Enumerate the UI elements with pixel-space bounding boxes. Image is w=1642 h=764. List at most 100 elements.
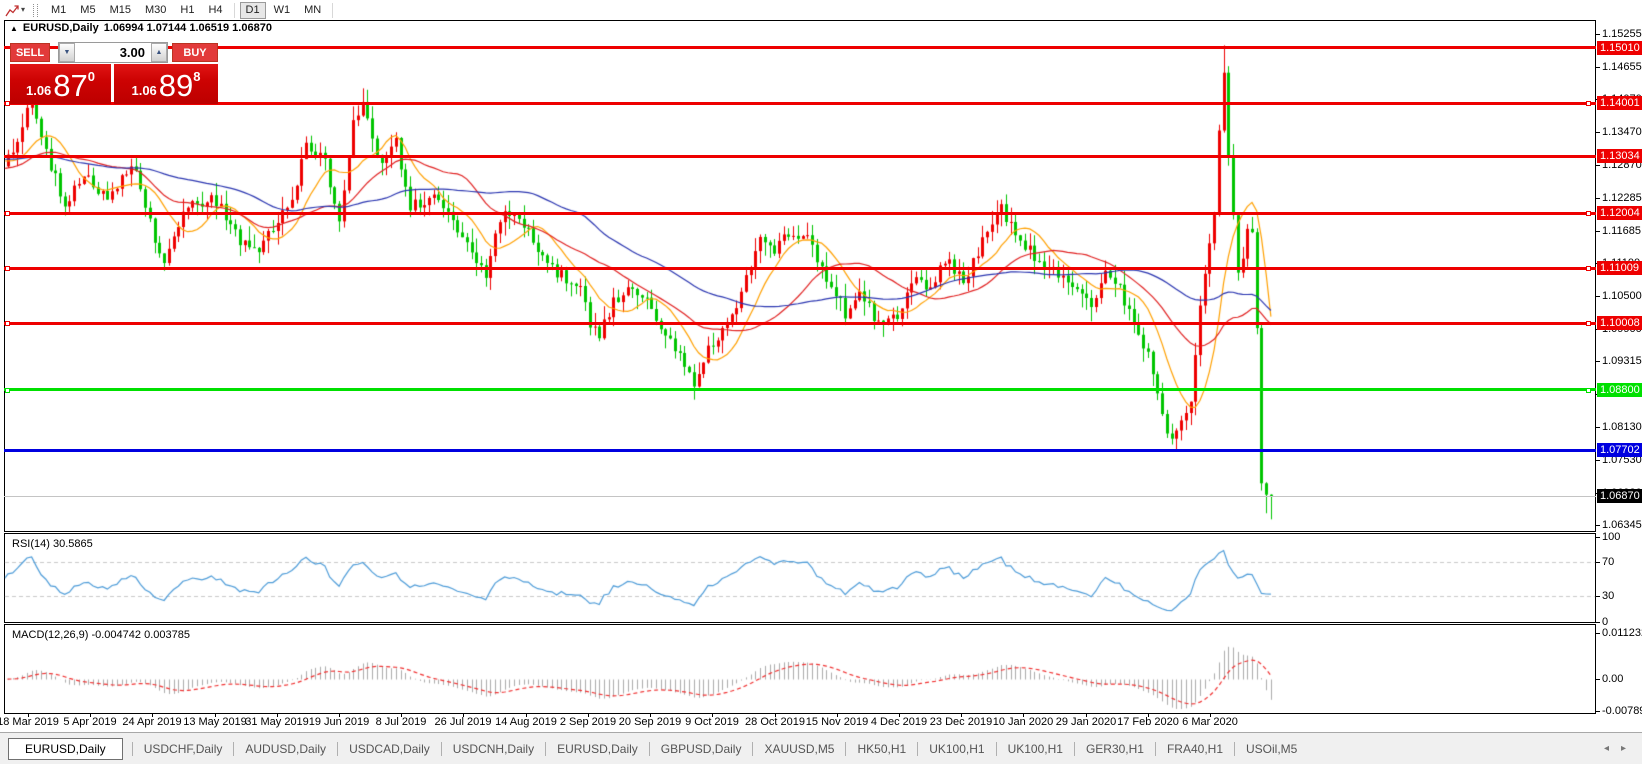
chart-tab-uk100-h1[interactable]: UK100,H1 [1002,739,1069,759]
chart-symbol-title: EURUSD,Daily [23,22,99,34]
price-line-badge-1.14001: 1.14001 [1597,96,1642,110]
price-tick-1.15255-tick [1596,34,1600,35]
date-label: 19 Jun 2019 [309,716,370,728]
buy-price-tile[interactable]: 1.06 89 8 [114,64,218,104]
price-tick-1.13470-tick [1596,132,1600,133]
date-label: 17 Feb 2020 [1117,716,1179,728]
timeframe-button-m15[interactable]: M15 [104,2,137,19]
timeframe-button-m5[interactable]: M5 [74,2,101,19]
chart-tab-audusd-daily[interactable]: AUDUSD,Daily [239,739,332,759]
buy-price-big: 89 [159,68,193,104]
volume-spinner: ▼ ▲ [58,42,168,63]
horizontal-line-1.15010[interactable] [4,46,1596,49]
price-line-badge-1.10008: 1.10008 [1597,316,1642,330]
chart-tab-gbpusd-daily[interactable]: GBPUSD,Daily [655,739,748,759]
horizontal-line-1.11009[interactable] [4,267,1596,270]
price-tick-1.12870-tick [1596,165,1600,166]
volume-increase-button[interactable]: ▲ [151,43,167,62]
timeframe-button-d1[interactable]: D1 [240,2,266,19]
macd-tick-0.00-tick [1596,679,1600,680]
volume-decrease-button[interactable]: ▼ [59,43,75,62]
chart-tab-eurusd-daily[interactable]: EURUSD,Daily [551,739,644,759]
price-tick-1.08130-tick [1596,427,1600,428]
price-tick-1.11685: 1.11685 [1602,226,1641,237]
horizontal-line-1.12004[interactable] [4,212,1596,215]
price-tick-1.14655: 1.14655 [1602,62,1642,73]
chart-tab-fra40-h1[interactable]: FRA40,H1 [1161,739,1229,759]
rsi-tick-100-tick [1596,537,1600,538]
horizontal-line-1.14001[interactable] [4,102,1596,105]
sell-price-prefix: 1.06 [26,83,51,98]
price-tick-1.10500-tick [1596,296,1600,297]
chart-tab-usdcad-daily[interactable]: USDCAD,Daily [343,739,436,759]
trade-panel-collapse-icon[interactable]: ▲ [10,24,18,33]
line-handle-right-1.14001[interactable] [1586,101,1591,106]
price-line-badge-1.15010: 1.15010 [1597,41,1642,55]
timeframe-button-h1[interactable]: H1 [174,2,200,19]
chart-tab-uk100-h1[interactable]: UK100,H1 [923,739,990,759]
tab-scroll-left-icon[interactable]: ◂ [1604,743,1609,754]
price-tick-1.14655-tick [1596,67,1600,68]
line-handle-right-1.08800[interactable] [1586,388,1591,393]
price-tick-1.08130: 1.08130 [1602,422,1642,433]
line-handle-left-1.08800[interactable] [5,388,10,393]
tab-divider [545,742,546,756]
horizontal-line-1.08800[interactable] [4,388,1596,391]
chart-tabs: EURUSD,Daily USDCHF,Daily AUDUSD,Daily USDC… [0,738,1303,760]
tab-divider [1074,742,1075,756]
horizontal-line-1.10008[interactable] [4,322,1596,325]
line-handle-left-1.11009[interactable] [5,266,10,271]
chart-cursor-tool[interactable]: ▾ [3,4,27,17]
toolbar-grip[interactable] [33,4,38,17]
date-label: 5 Apr 2019 [63,716,116,728]
timeframe-button-m30[interactable]: M30 [139,2,172,19]
current-price-badge: 1.06870 [1597,489,1642,503]
date-label: 15 Nov 2019 [806,716,868,728]
tab-divider [1234,742,1235,756]
date-label: 24 Apr 2019 [122,716,181,728]
rsi-tick-70: 70 [1602,557,1614,568]
chart-title-bar: ▲ EURUSD,Daily 1.06994 1.07144 1.06519 1… [10,22,272,34]
chart-tab-ger30-h1[interactable]: GER30,H1 [1080,739,1150,759]
date-label: 9 Oct 2019 [685,716,739,728]
chart-tab-usoil-m5[interactable]: USOil,M5 [1240,739,1303,759]
rsi-label: RSI(14) 30.5865 [12,538,93,550]
sell-price-big: 87 [53,68,87,104]
date-label: 26 Jul 2019 [435,716,492,728]
sell-price-tile[interactable]: 1.06 87 0 [10,64,111,104]
timeframe-button-w1[interactable]: W1 [268,2,297,19]
volume-input[interactable] [75,43,151,62]
line-handle-right-1.10008[interactable] [1586,321,1591,326]
timeframe-button-h4[interactable]: H4 [202,2,228,19]
price-tick-1.07530-tick [1596,460,1600,461]
chart-tab-hk50-h1[interactable]: HK50,H1 [851,739,912,759]
date-label: 4 Dec 2019 [871,716,927,728]
tab-divider [233,742,234,756]
line-handle-right-1.12004[interactable] [1586,211,1591,216]
chart-tab-xauusd-m5[interactable]: XAUUSD,M5 [758,739,840,759]
macd-tick-0.011232-tick [1596,633,1600,634]
line-handle-right-1.11009[interactable] [1586,266,1591,271]
chart-canvas[interactable] [0,0,1642,764]
sell-button[interactable]: SELL [10,43,50,62]
line-handle-left-1.12004[interactable] [5,211,10,216]
chart-tab-usdcnh-daily[interactable]: USDCNH,Daily [447,739,540,759]
sell-price-sup: 0 [88,69,95,84]
date-label: 2 Sep 2019 [560,716,616,728]
chart-tab-usdchf-daily[interactable]: USDCHF,Daily [138,739,229,759]
tab-scroll-right-icon[interactable]: ▸ [1621,743,1626,754]
horizontal-line-1.13034[interactable] [4,155,1596,158]
price-tick-1.15255: 1.15255 [1602,29,1642,40]
line-handle-left-1.10008[interactable] [5,321,10,326]
date-label: 13 May 2019 [183,716,247,728]
price-tick-1.11685-tick [1596,231,1600,232]
rsi-tick-0-tick [1596,622,1600,623]
chart-tab-eurusd-daily[interactable]: EURUSD,Daily [8,738,123,760]
horizontal-line-1.07702[interactable] [4,449,1596,452]
timeframe-button-mn[interactable]: MN [298,2,327,19]
timeframe-button-m1[interactable]: M1 [45,2,72,19]
tab-divider [752,742,753,756]
tab-divider [1155,742,1156,756]
timeframe-toolbar: ▾ M1M5M15M30H1H4 D1W1MN [0,0,1642,20]
buy-button[interactable]: BUY [172,43,218,62]
